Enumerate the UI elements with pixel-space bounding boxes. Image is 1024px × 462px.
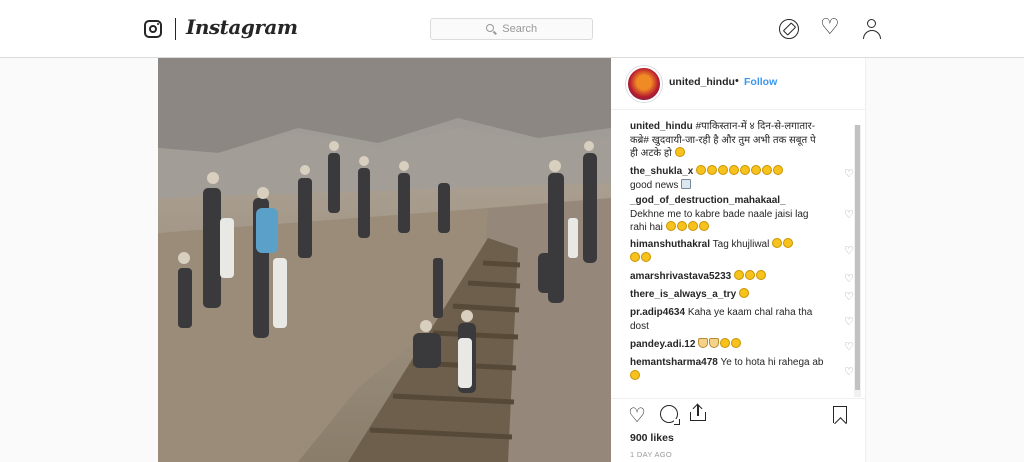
comment-like-icon[interactable]: ♡	[844, 366, 854, 380]
search-placeholder: Search	[502, 23, 538, 35]
heart-icon[interactable]: ♡	[820, 16, 840, 38]
comment-item: pr.adip4634 Kaha ye kaam chal raha tha d…	[630, 306, 825, 333]
emoji-icon	[687, 221, 698, 231]
graves-photo	[158, 58, 611, 462]
emoji-icon	[762, 165, 773, 175]
share-icon[interactable]	[690, 403, 706, 421]
comment-text: Ye to hota hi rahega ab	[720, 357, 824, 368]
instagram-camera-icon[interactable]	[144, 20, 162, 38]
post-header: united_hindu • Follow	[611, 58, 866, 110]
comment-item: the_shukla_x good news	[630, 165, 825, 192]
comment-text: Dekhne me to kabre bade naale jaisi lag …	[630, 208, 809, 234]
comment-item: hemantsharma478 Ye to hota hi rahega ab	[630, 356, 825, 383]
comments-scrollbar[interactable]	[854, 125, 861, 397]
emoji-icon	[731, 338, 742, 348]
likes-count[interactable]: 900 likes	[630, 432, 674, 444]
emoji-icon	[744, 270, 755, 280]
emoji-icon	[751, 165, 762, 175]
emoji-icon	[738, 288, 749, 298]
caption: united_hindu #पाकिस्तान-में ४ दिन-से-लगा…	[630, 120, 825, 161]
emoji-icon	[630, 369, 640, 380]
comment-username[interactable]: _god_of_destruction_mahakaal_	[630, 195, 786, 206]
emoji-icon	[641, 251, 651, 262]
bookmark-icon[interactable]	[833, 406, 847, 423]
comment-username[interactable]: himanshuthakral	[630, 239, 710, 250]
comment-like-icon[interactable]: ♡	[844, 291, 854, 305]
comment-item: _god_of_destruction_mahakaal_ Dekhne me …	[630, 194, 825, 235]
logo-divider	[175, 18, 176, 40]
scrollbar-thumb[interactable]	[855, 125, 860, 390]
like-heart-icon[interactable]: ♡	[628, 403, 646, 428]
comment-text: Tag khujliwal	[712, 239, 770, 250]
comment-username[interactable]: amarshrivastava5233	[630, 271, 731, 282]
post-actions: ♡ 900 likes 1 DAY AGO	[611, 398, 866, 462]
comment-item: himanshuthakral Tag khujliwal	[630, 238, 825, 265]
comment-username[interactable]: there_is_always_a_try	[630, 289, 736, 300]
emoji-icon	[755, 270, 766, 280]
comment-username[interactable]: pr.adip4634	[630, 307, 685, 318]
emoji-icon	[698, 221, 709, 231]
comment-like-icon[interactable]: ♡	[844, 168, 854, 182]
emoji-icon	[772, 238, 783, 248]
praying-hands-icon	[698, 338, 709, 348]
comment-username[interactable]: hemantsharma478	[630, 357, 718, 368]
comment-item: amarshrivastava5233	[630, 270, 825, 284]
comment-like-icon[interactable]: ♡	[844, 209, 854, 223]
post-username[interactable]: united_hindu	[669, 76, 735, 88]
emoji-icon	[707, 165, 718, 175]
profile-icon[interactable]	[862, 19, 882, 41]
emoji-icon	[676, 221, 687, 231]
comment-item: pandey.adi.12	[630, 338, 825, 352]
post-image[interactable]	[158, 58, 611, 462]
emoji-icon	[729, 165, 740, 175]
comment-like-icon[interactable]: ♡	[844, 316, 854, 330]
compass-icon[interactable]	[779, 19, 799, 39]
post-timestamp: 1 DAY AGO	[630, 450, 673, 459]
search-input[interactable]: Search	[430, 18, 593, 40]
comment-like-icon[interactable]: ♡	[844, 341, 854, 355]
comment-like-icon[interactable]: ♡	[844, 273, 854, 287]
comment-like-icon[interactable]: ♡	[844, 245, 854, 259]
follow-button[interactable]: Follow	[744, 76, 777, 88]
emoji-icon	[696, 165, 707, 175]
top-nav: Instagram Search ♡	[0, 0, 1024, 58]
separator-dot: •	[735, 75, 739, 87]
search-icon	[485, 24, 494, 32]
emoji-icon	[733, 270, 744, 280]
instagram-logo[interactable]: Instagram	[186, 15, 298, 39]
caption-username[interactable]: united_hindu	[630, 121, 693, 132]
comment-icon[interactable]	[660, 405, 680, 425]
avatar[interactable]	[626, 66, 662, 102]
emoji-icon	[718, 165, 729, 175]
emoji-icon	[665, 221, 676, 231]
comment-text: good news	[630, 179, 679, 191]
praying-hands-icon	[709, 338, 720, 348]
post-details-panel: united_hindu • Follow united_hindu #पाकि…	[611, 58, 866, 462]
emoji-icon	[783, 238, 794, 248]
emoji-icon	[720, 338, 731, 348]
emoji-icon	[740, 165, 751, 175]
emoji-icon	[773, 165, 784, 175]
box-emoji-icon	[681, 178, 692, 189]
comment-item: there_is_always_a_try	[630, 288, 825, 302]
comment-username[interactable]: the_shukla_x	[630, 166, 693, 177]
emoji-icon	[630, 251, 640, 262]
emoji-icon	[674, 147, 685, 157]
comment-username[interactable]: pandey.adi.12	[630, 339, 695, 350]
